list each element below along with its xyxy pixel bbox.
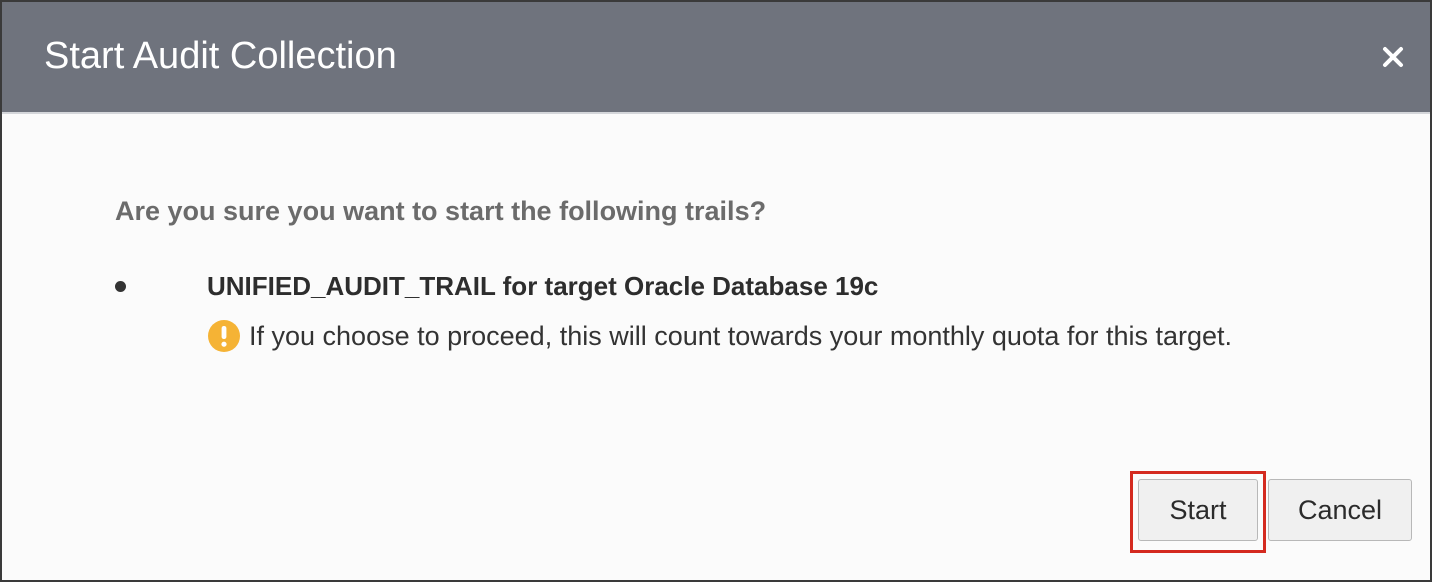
- cancel-button[interactable]: Cancel: [1268, 479, 1412, 541]
- trail-name: UNIFIED_AUDIT_TRAIL for target Oracle Da…: [207, 271, 879, 301]
- quota-warning: If you choose to proceed, this will coun…: [207, 318, 1232, 354]
- dialog-title: Start Audit Collection: [44, 35, 397, 77]
- close-icon: [1383, 47, 1403, 67]
- start-audit-collection-dialog: Start Audit Collection Are you sure you …: [0, 0, 1432, 582]
- dialog-header: Start Audit Collection: [2, 2, 1430, 114]
- warning-icon: [208, 320, 240, 352]
- close-button[interactable]: [1378, 42, 1408, 72]
- confirmation-question: Are you sure you want to start the follo…: [115, 196, 767, 226]
- start-button[interactable]: Start: [1138, 479, 1258, 541]
- warning-text: If you choose to proceed, this will coun…: [249, 321, 1233, 351]
- list-bullet: [115, 281, 126, 292]
